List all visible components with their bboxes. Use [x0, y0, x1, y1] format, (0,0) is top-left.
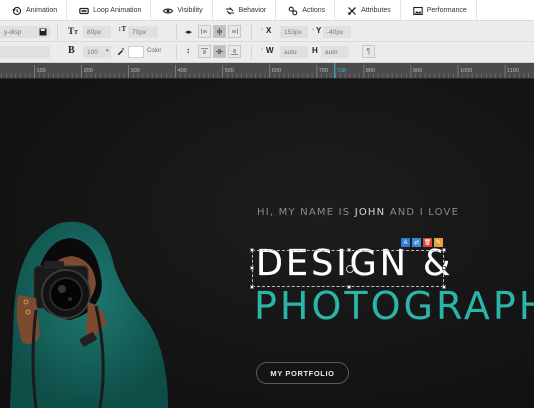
intro-name: JOHN	[354, 207, 386, 218]
shuffle-icon	[225, 6, 234, 15]
align-middle-button[interactable]	[213, 45, 226, 58]
font-size-input[interactable]: 80px	[83, 26, 111, 38]
tab-actions[interactable]: Actions	[276, 0, 336, 21]
horizontal-ruler[interactable]: 100 200 300 400 500 600 700 738 800 900 1000 1100	[0, 63, 534, 79]
tab-label: Visibility	[177, 7, 203, 14]
height-input[interactable]: auto	[321, 46, 349, 58]
y-input[interactable]: -40px	[323, 26, 351, 38]
color-swatch[interactable]	[128, 46, 144, 58]
tab-label: Loop Animation	[93, 7, 142, 14]
eye-icon	[163, 8, 174, 13]
tab-visibility[interactable]: Visibility	[151, 0, 213, 21]
y-arrow-icon: ‹	[312, 27, 314, 33]
ruler-label: 100	[37, 68, 46, 74]
tab-animation[interactable]: Animation	[0, 0, 68, 21]
resize-handle-r[interactable]	[442, 266, 446, 270]
tab-attributes[interactable]: Attributes	[335, 0, 401, 21]
align-top-button[interactable]	[198, 45, 211, 58]
ruler-label: 800	[366, 68, 375, 74]
rotate-handle-icon[interactable]	[346, 265, 354, 273]
y-label: Y	[316, 26, 322, 35]
ruler-label: 500	[225, 68, 234, 74]
resize-handle-tr[interactable]	[442, 248, 446, 252]
ruler-label: 900	[413, 68, 422, 74]
properties-row-2: B 100 ▾ Color ↕ ‹ W auto H auto ¶	[0, 42, 534, 63]
intro-text[interactable]: HI, MY NAME IS JOHN AND I LOVE	[257, 207, 459, 218]
divider	[176, 24, 177, 39]
color-label: Color	[147, 48, 162, 54]
font-weight-icon: B	[68, 45, 75, 56]
history-icon	[12, 6, 22, 15]
horizontal-align-icon: ◂▸	[185, 29, 193, 36]
x-input[interactable]: 153px	[280, 26, 308, 38]
layer-selection-box[interactable]	[250, 248, 446, 289]
x-arrow-icon: ‹	[261, 27, 263, 33]
ruler-marker-label: 738	[337, 68, 346, 74]
portfolio-button[interactable]: MY PORTFOLIO	[256, 362, 349, 384]
editor-tab-bar: Animation Loop Animation Visibility Beha…	[0, 0, 534, 21]
width-input[interactable]: auto	[280, 46, 308, 58]
divider	[251, 24, 252, 39]
divider	[57, 24, 58, 39]
tab-loop-animation[interactable]: Loop Animation	[67, 0, 152, 21]
divider	[251, 45, 252, 60]
line-height-icon: ↕T	[118, 25, 127, 33]
class-field-bottom[interactable]	[0, 46, 50, 58]
tab-label: Behavior	[238, 7, 267, 14]
save-icon[interactable]	[38, 26, 48, 38]
heading-photography[interactable]: PHOTOGRAPHY	[254, 284, 534, 328]
align-left-button[interactable]	[198, 25, 211, 38]
ruler-label: 1000	[460, 68, 472, 74]
tab-label: Actions	[302, 7, 326, 14]
ruler-ticks: 100 200 300 400 500 600 700 738 800 900 1000 1100	[1, 63, 529, 78]
ruler-label: 700	[319, 68, 328, 74]
vertical-align-icon: ↕	[186, 46, 190, 55]
font-size-icon: TT	[68, 26, 79, 36]
w-arrow-icon: ‹	[261, 47, 263, 53]
divider	[176, 45, 177, 60]
ruler-label: 600	[272, 68, 281, 74]
line-height-input[interactable]: 70px	[128, 26, 158, 38]
ruler-label: 1100	[507, 68, 519, 74]
chevron-down-icon: ▾	[106, 48, 109, 54]
slide-canvas[interactable]: HI, MY NAME IS JOHN AND I LOVE A ⇄ 🗑 ✎ D…	[0, 80, 534, 408]
align-right-button[interactable]	[228, 25, 241, 38]
tab-label: Attributes	[361, 7, 391, 14]
link-icon	[288, 6, 298, 15]
layer-properties-toolbar: y-disp TT 80px ↕T 70px ◂▸ ‹ X 153px ‹ Y …	[0, 21, 534, 63]
ruler-label: 200	[84, 68, 93, 74]
tab-performance[interactable]: Performance	[401, 0, 477, 21]
align-bottom-button[interactable]	[228, 45, 241, 58]
image-icon	[413, 6, 423, 15]
color-picker-icon	[117, 47, 125, 55]
intro-after: AND I LOVE	[389, 207, 460, 218]
ruler-label: 300	[131, 68, 140, 74]
x-label: X	[266, 26, 272, 35]
resize-handle-l[interactable]	[250, 266, 254, 270]
paragraph-icon[interactable]: ¶	[362, 45, 375, 58]
resize-handle-t[interactable]	[347, 248, 351, 252]
w-label: W	[266, 46, 274, 55]
properties-row-1: y-disp TT 80px ↕T 70px ◂▸ ‹ X 153px ‹ Y …	[0, 21, 534, 42]
tab-label: Performance	[426, 7, 467, 14]
intro-before: HI, MY NAME IS	[257, 207, 351, 218]
loop-icon	[79, 7, 89, 14]
tab-behavior[interactable]: Behavior	[213, 0, 277, 21]
h-label: H	[312, 46, 318, 55]
resize-handle-tl[interactable]	[250, 248, 254, 252]
ruler-label: 400	[178, 68, 187, 74]
tools-icon	[348, 6, 357, 15]
tab-label: Animation	[26, 7, 58, 14]
align-center-button[interactable]	[213, 25, 226, 38]
